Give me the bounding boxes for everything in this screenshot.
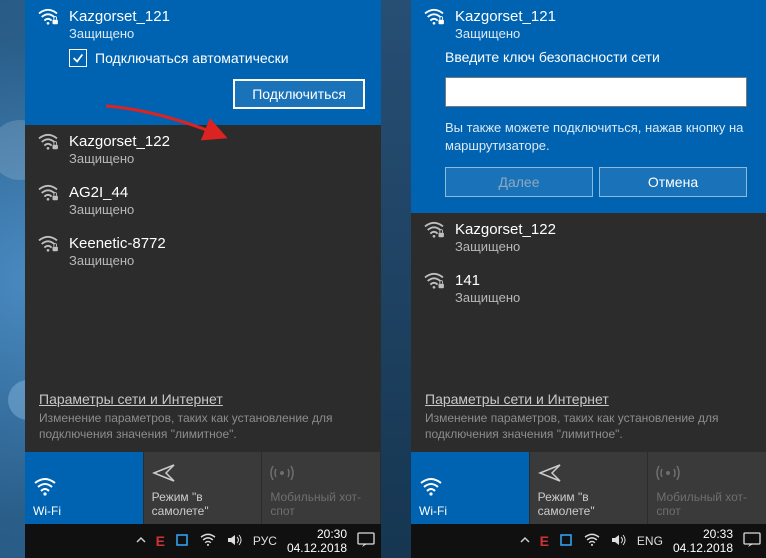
tile-wifi[interactable]: Wi-Fi <box>25 452 144 524</box>
tray-app-icon[interactable] <box>175 533 189 550</box>
network-item[interactable]: AG2I_44 Защищено <box>25 176 381 227</box>
taskbar-clock[interactable]: 20:33 04.12.2018 <box>673 527 733 556</box>
tile-airplane[interactable]: Режим "в самолете" <box>530 452 649 524</box>
network-status: Защищено <box>69 26 170 41</box>
quick-action-tiles: Wi-Fi Режим "в самолете" Мобильный хот-с… <box>411 452 766 524</box>
wifi-icon <box>419 475 521 502</box>
tile-label: Wi-Fi <box>33 504 135 518</box>
tile-label: Мобильный хот-спот <box>656 490 758 518</box>
network-flyout-right: Kazgorset_121 Защищено Введите ключ безо… <box>411 0 766 558</box>
wifi-icon <box>33 475 135 502</box>
tray-app-icon[interactable]: E <box>156 533 165 549</box>
tray-volume-icon[interactable] <box>611 533 627 550</box>
tray-wifi-icon[interactable] <box>199 533 217 550</box>
clock-time: 20:33 <box>673 527 733 541</box>
network-status: Защищено <box>69 253 166 268</box>
wifi-secure-icon <box>37 235 59 256</box>
network-flyout-left: Kazgorset_121 Защищено Подключаться авто… <box>25 0 381 558</box>
tile-hotspot[interactable]: Мобильный хот-спот <box>648 452 766 524</box>
hotspot-icon <box>270 461 372 488</box>
network-settings-block: Параметры сети и Интернет Изменение пара… <box>25 381 381 452</box>
network-settings-desc: Изменение параметров, таких как установл… <box>39 410 367 442</box>
network-status: Защищено <box>455 239 556 254</box>
language-indicator[interactable]: ENG <box>637 534 663 548</box>
system-tray: E <box>520 533 627 550</box>
tray-chevron-up-icon[interactable] <box>520 534 530 548</box>
taskbar: E ENG 20:33 04.12.2018 <box>411 524 766 558</box>
taskbar-clock[interactable]: 20:30 04.12.2018 <box>287 527 347 556</box>
wifi-secure-icon <box>423 221 445 242</box>
tile-label: Wi-Fi <box>419 504 521 518</box>
network-settings-desc: Изменение параметров, таких как установл… <box>425 410 753 442</box>
network-name: AG2I_44 <box>69 184 134 201</box>
tray-app-icon[interactable] <box>559 533 573 550</box>
network-list: Kazgorset_121 Защищено Подключаться авто… <box>25 0 381 381</box>
network-status: Защищено <box>455 26 556 41</box>
tile-label: Режим "в самолете" <box>152 490 254 518</box>
checkbox-checked-icon <box>69 49 87 67</box>
network-name: Kazgorset_121 <box>69 8 170 25</box>
network-name: Kazgorset_122 <box>69 133 170 150</box>
network-item[interactable]: 141 Защищено <box>411 264 766 315</box>
language-indicator[interactable]: РУС <box>253 534 277 548</box>
network-item-selected[interactable]: Kazgorset_121 Защищено Введите ключ безо… <box>411 0 766 213</box>
airplane-icon <box>538 461 640 488</box>
tile-airplane[interactable]: Режим "в самолете" <box>144 452 263 524</box>
network-name: Kazgorset_121 <box>455 8 556 25</box>
wifi-secure-icon <box>37 133 59 154</box>
tile-label: Режим "в самолете" <box>538 490 640 518</box>
action-center-icon[interactable] <box>743 532 761 551</box>
network-settings-block: Параметры сети и Интернет Изменение пара… <box>411 381 766 452</box>
tray-chevron-up-icon[interactable] <box>136 534 146 548</box>
action-center-icon[interactable] <box>357 532 375 551</box>
network-name: 141 <box>455 272 520 289</box>
clock-date: 04.12.2018 <box>287 541 347 555</box>
network-settings-link[interactable]: Параметры сети и Интернет <box>39 391 367 407</box>
network-status: Защищено <box>69 202 134 217</box>
system-tray: E <box>136 533 243 550</box>
tile-hotspot[interactable]: Мобильный хот-спот <box>262 452 381 524</box>
tray-volume-icon[interactable] <box>227 533 243 550</box>
tile-label: Мобильный хот-спот <box>270 490 372 518</box>
wifi-secure-icon <box>37 8 59 29</box>
security-key-input[interactable] <box>445 77 747 107</box>
quick-action-tiles: Wi-Fi Режим "в самолете" Мобильный хот-с… <box>25 452 381 524</box>
network-settings-link[interactable]: Параметры сети и Интернет <box>425 391 753 407</box>
clock-date: 04.12.2018 <box>673 541 733 555</box>
tile-wifi[interactable]: Wi-Fi <box>411 452 530 524</box>
airplane-icon <box>152 461 254 488</box>
taskbar: E РУС 20:30 04.12.2018 <box>25 524 381 558</box>
wps-hint: Вы также можете подключиться, нажав кноп… <box>445 119 747 155</box>
hotspot-icon <box>656 461 758 488</box>
network-item[interactable]: Kazgorset_122 Защищено <box>25 125 381 176</box>
security-key-prompt: Введите ключ безопасности сети <box>445 49 747 65</box>
network-item[interactable]: Keenetic-8772 Защищено <box>25 227 381 278</box>
network-list: Kazgorset_121 Защищено Введите ключ безо… <box>411 0 766 381</box>
tray-wifi-icon[interactable] <box>583 533 601 550</box>
auto-connect-checkbox[interactable]: Подключаться автоматически <box>69 49 369 67</box>
clock-time: 20:30 <box>287 527 347 541</box>
next-button[interactable]: Далее <box>445 167 593 197</box>
network-item-selected[interactable]: Kazgorset_121 Защищено Подключаться авто… <box>25 0 381 125</box>
tray-app-icon[interactable]: E <box>540 533 549 549</box>
network-status: Защищено <box>69 151 170 166</box>
network-name: Keenetic-8772 <box>69 235 166 252</box>
wifi-secure-icon <box>423 272 445 293</box>
wallpaper-gap <box>381 0 411 558</box>
network-item[interactable]: Kazgorset_122 Защищено <box>411 213 766 264</box>
network-status: Защищено <box>455 290 520 305</box>
auto-connect-label: Подключаться автоматически <box>95 50 289 66</box>
connect-button[interactable]: Подключиться <box>233 79 365 109</box>
wifi-secure-icon <box>423 8 445 29</box>
wifi-secure-icon <box>37 184 59 205</box>
cancel-button[interactable]: Отмена <box>599 167 747 197</box>
network-name: Kazgorset_122 <box>455 221 556 238</box>
